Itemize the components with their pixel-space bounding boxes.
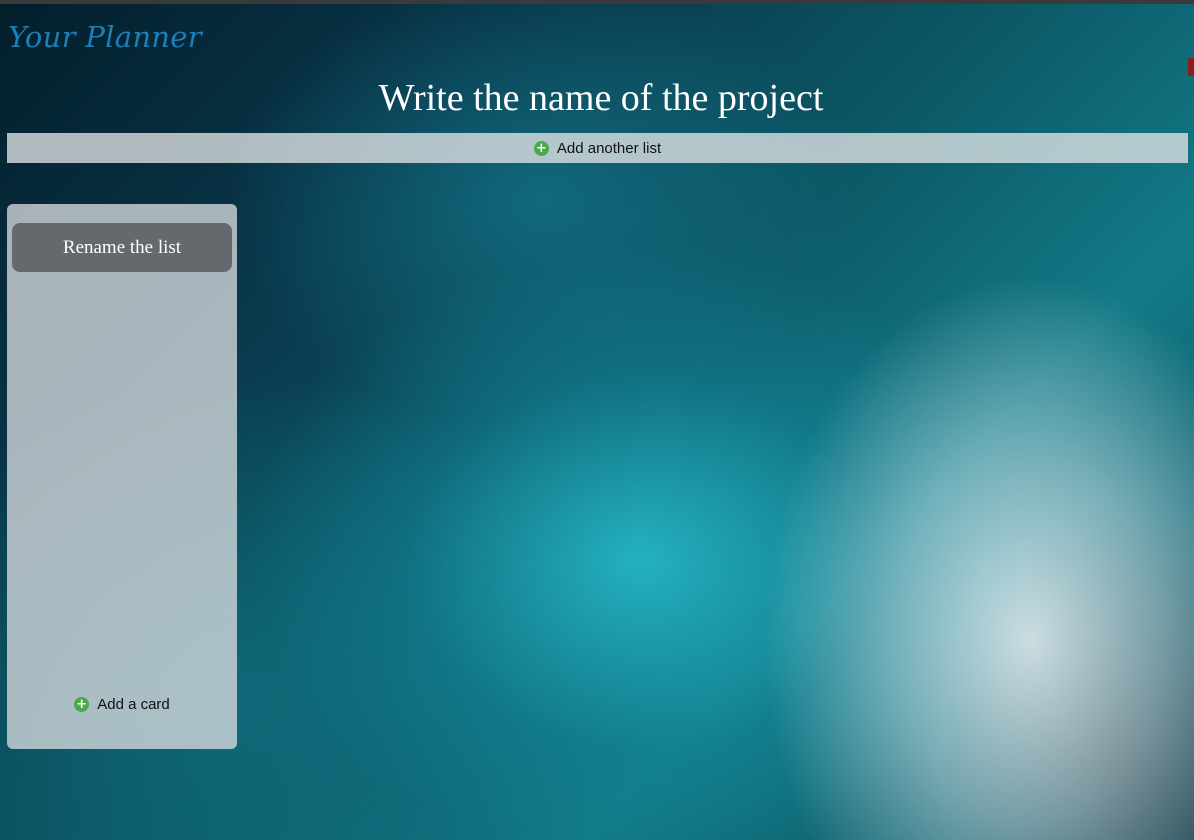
add-card-label: Add a card <box>97 695 170 713</box>
list-column: Rename the list + Add a card <box>7 204 237 749</box>
edge-marker <box>1188 58 1194 76</box>
plus-circle-icon: + <box>74 696 90 712</box>
project-title[interactable]: Write the name of the project <box>0 76 1194 120</box>
plus-circle-icon: + <box>533 140 549 156</box>
window-top-border <box>0 0 1194 4</box>
add-list-button[interactable]: + Add another list <box>7 133 1188 163</box>
add-card-button[interactable]: + Add a card <box>7 693 237 715</box>
list-title[interactable]: Rename the list <box>12 223 232 272</box>
add-list-label: Add another list <box>556 139 662 157</box>
app-brand: Your Planner <box>8 20 202 54</box>
